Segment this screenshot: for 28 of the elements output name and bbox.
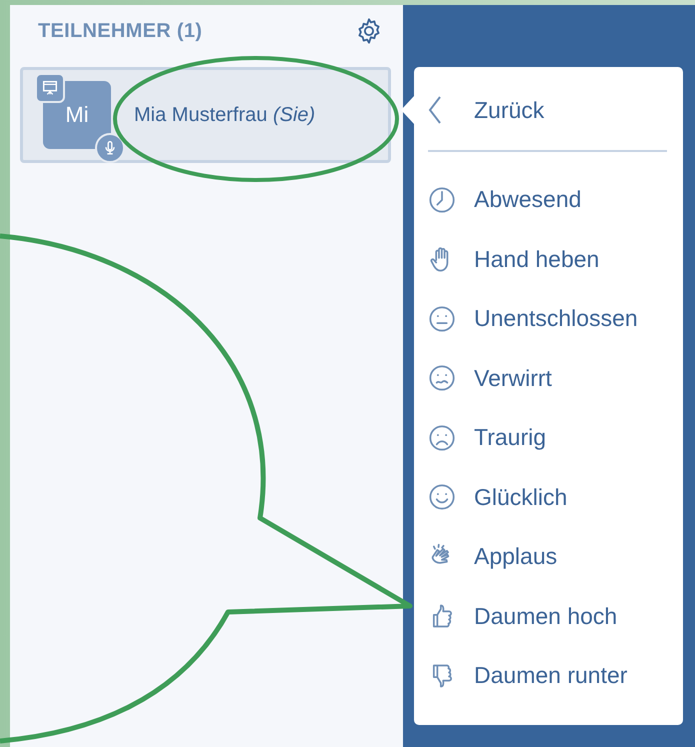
menu-item[interactable]: Daumen hoch bbox=[428, 586, 667, 646]
back-icon bbox=[428, 95, 442, 125]
menu-item-label: Abwesend bbox=[474, 186, 582, 214]
menu-item[interactable]: Traurig bbox=[428, 408, 667, 468]
menu-item-label: Unentschlossen bbox=[474, 305, 638, 332]
menu-item[interactable]: Hand heben bbox=[428, 230, 667, 289]
happy-face-icon bbox=[428, 483, 456, 512]
back-button[interactable]: Zurück bbox=[428, 81, 544, 139]
menu-item-label: Applaus bbox=[474, 543, 558, 570]
menu-item-label: Daumen runter bbox=[474, 662, 628, 690]
menu-item-label: Glücklich bbox=[474, 484, 568, 511]
menu-item[interactable]: Glücklich bbox=[428, 468, 667, 527]
confused-face-icon bbox=[428, 364, 456, 392]
sad-face-icon bbox=[428, 424, 456, 452]
clock-icon bbox=[428, 186, 456, 214]
menu-item[interactable]: Applaus bbox=[428, 527, 667, 586]
participant-name: Mia Musterfrau (Sie) bbox=[134, 104, 316, 126]
menu-item-label: Traurig bbox=[474, 424, 546, 452]
menu-item[interactable]: Daumen runter bbox=[428, 646, 667, 706]
menu-item[interactable]: Verwirrt bbox=[428, 348, 667, 408]
menu-item-label: Daumen hoch bbox=[474, 602, 618, 630]
menu-item[interactable]: Abwesend bbox=[428, 170, 667, 230]
menu-item[interactable]: Unentschlossen bbox=[428, 289, 667, 348]
panel-title: TEILNEHMER (1) bbox=[38, 20, 202, 42]
participant-card[interactable]: Mi Mia Musterfrau (Sie) bbox=[20, 67, 391, 163]
neutral-face-icon bbox=[428, 304, 456, 333]
menu-item-label: Hand heben bbox=[474, 246, 600, 273]
menu-item-label: Verwirrt bbox=[474, 364, 552, 392]
